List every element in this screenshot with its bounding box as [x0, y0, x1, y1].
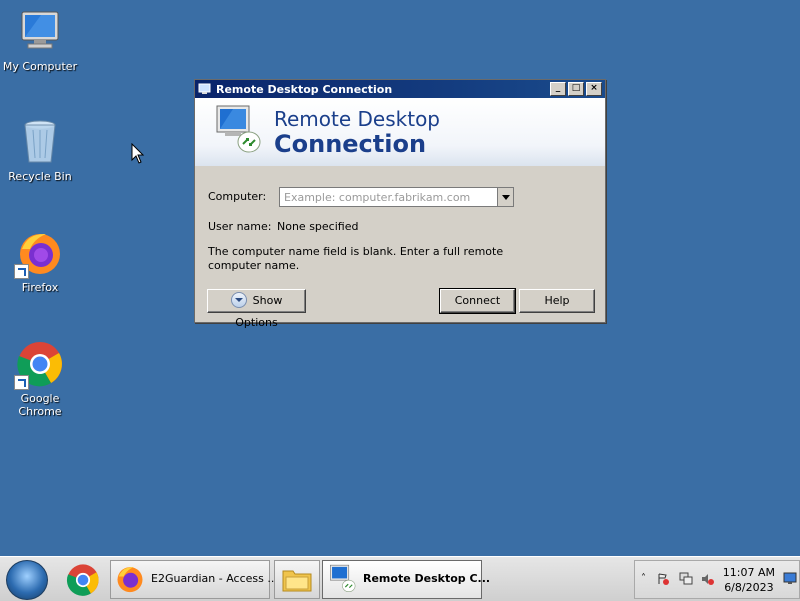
show-desktop-icon[interactable] [783, 571, 797, 585]
dialog-banner: Remote Desktop Connection [195, 98, 605, 166]
help-button[interactable]: Help [519, 289, 595, 313]
taskbar-item-label: E2Guardian - Access ... [151, 572, 278, 585]
minimize-button[interactable]: _ [550, 82, 566, 96]
banner-title-line1: Remote Desktop [274, 107, 441, 131]
taskbar-item-remote-desktop[interactable]: Remote Desktop C... [322, 560, 490, 599]
desktop-icon-label: Recycle Bin [8, 170, 72, 183]
computer-input-placeholder[interactable]: Example: computer.fabrikam.com [284, 191, 470, 204]
chrome-icon [14, 340, 64, 390]
taskbar-item-e2guardian[interactable]: E2Guardian - Access ... [110, 560, 278, 599]
maximize-button[interactable]: □ [568, 82, 584, 96]
desktop-icon-firefox[interactable]: Firefox [0, 229, 80, 294]
dialog-title: Remote Desktop Connection [216, 82, 393, 96]
remote-desktop-logo-icon [216, 105, 261, 153]
username-value: None specified [277, 220, 359, 233]
firefox-icon [14, 229, 64, 279]
chrome-icon [66, 564, 99, 596]
remote-desktop-icon [198, 83, 211, 94]
desktop-icon-google-chrome[interactable]: Google Chrome [0, 340, 80, 418]
clock-time: 11:07 AM [722, 566, 775, 579]
computer-label: Computer: [208, 190, 267, 203]
desktop-icon-label: Firefox [21, 281, 59, 294]
desktop-icon-label: Google Chrome [18, 392, 62, 418]
chevron-down-icon[interactable] [497, 188, 513, 206]
shortcut-arrow-icon [14, 264, 29, 279]
remote-desktop-dialog: Remote Desktop Connection _ □ × Remote D… [194, 79, 606, 329]
start-button[interactable] [6, 560, 48, 600]
clock[interactable]: 11:07 AM 6/8/2023 [723, 565, 775, 595]
taskbar: E2Guardian - Access ... Remote Desktop C… [0, 556, 800, 601]
connect-button[interactable]: Connect [439, 288, 516, 314]
taskbar-chrome-button[interactable] [62, 562, 104, 596]
computer-combobox[interactable]: Example: computer.fabrikam.com [279, 187, 514, 207]
system-tray: ˄ 11:07 AM 6/8/2023 [634, 560, 800, 599]
computer-icon [16, 8, 64, 56]
taskbar-item-label: Remote Desktop C... [363, 572, 491, 585]
dialog-titlebar[interactable]: Remote Desktop Connection _ □ × [195, 80, 605, 98]
action-center-flag-icon[interactable] [657, 573, 669, 585]
desktop-icon-label: My Computer [2, 60, 78, 73]
remote-desktop-icon [330, 564, 356, 592]
network-icon[interactable] [679, 572, 693, 586]
clock-date: 6/8/2023 [724, 581, 774, 594]
show-options-button[interactable]: Show Options [207, 289, 306, 329]
firefox-icon [117, 567, 143, 593]
username-label: User name: [208, 220, 272, 233]
desktop-icon-recycle-bin[interactable]: Recycle Bin [0, 118, 80, 183]
validation-message: The computer name field is blank. Enter … [208, 245, 504, 272]
folder-icon [282, 570, 312, 592]
banner-title-line2: Connection [274, 130, 427, 158]
close-button[interactable]: × [586, 82, 602, 96]
chevron-up-icon[interactable]: ˄ [641, 573, 646, 584]
recycle-bin-icon [16, 118, 64, 166]
mouse-cursor-icon [131, 142, 145, 168]
volume-muted-icon[interactable] [701, 572, 715, 586]
taskbar-item-explorer[interactable] [274, 560, 320, 599]
expand-options-icon [230, 292, 247, 308]
shortcut-arrow-icon [14, 375, 29, 390]
desktop-icon-my-computer[interactable]: My Computer [0, 8, 80, 73]
